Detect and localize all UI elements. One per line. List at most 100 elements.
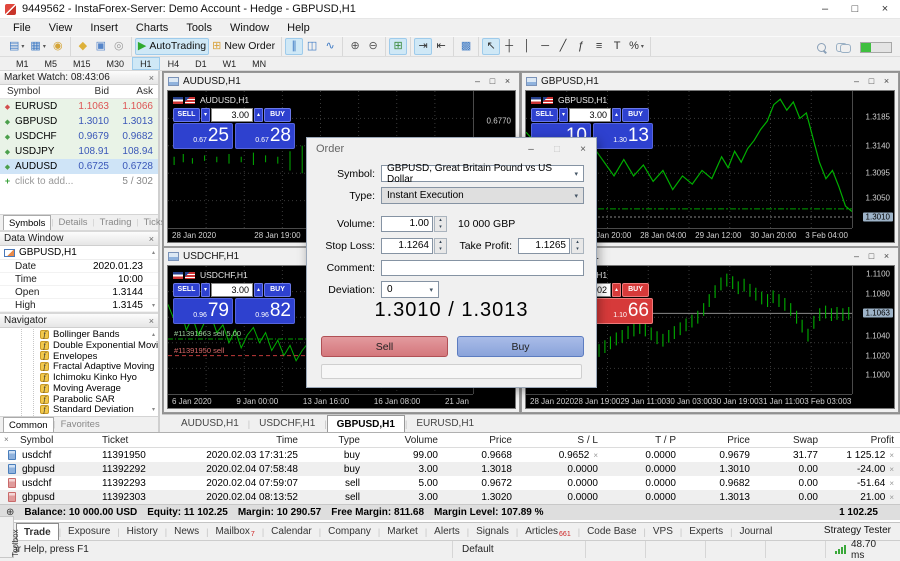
maximize-icon[interactable]: □ bbox=[840, 0, 870, 18]
timeframe-d1[interactable]: D1 bbox=[187, 57, 215, 70]
take-profit-input[interactable] bbox=[518, 238, 570, 254]
bars-chart-icon[interactable]: ∥ bbox=[285, 38, 303, 55]
close-icon[interactable]: × bbox=[149, 234, 154, 244]
menu-view[interactable]: View bbox=[40, 22, 82, 34]
close-icon[interactable]: × bbox=[879, 251, 894, 261]
close-icon[interactable]: × bbox=[889, 479, 894, 488]
tab-symbols[interactable]: Symbols bbox=[3, 215, 51, 230]
market-watch-row[interactable]: ◆GBPUSD1.30101.3013 bbox=[0, 114, 158, 129]
ask-price[interactable]: 1.1066 bbox=[593, 298, 653, 324]
column-price[interactable]: Price bbox=[444, 435, 518, 446]
navigator-item-ichimoku-kinko-hyo[interactable]: fIchimoku Kinko Hyo bbox=[0, 372, 158, 383]
tile-windows-icon[interactable]: ⊞ bbox=[389, 38, 407, 55]
tab-vps[interactable]: VPS bbox=[646, 523, 680, 540]
menu-file[interactable]: File bbox=[4, 22, 40, 34]
tab-mailbox[interactable]: Mailbox7 bbox=[208, 523, 261, 540]
chart-tab-eurusd-h1[interactable]: EURUSD,H1 bbox=[407, 415, 483, 432]
column-swap[interactable]: Swap bbox=[756, 435, 824, 446]
search-icon[interactable] bbox=[817, 43, 827, 53]
volume-increase-button[interactable]: ▴ bbox=[612, 283, 621, 297]
bid-price[interactable]: 0.6725 bbox=[173, 123, 233, 149]
minimize-icon[interactable]: – bbox=[810, 0, 840, 18]
volume-input[interactable]: 3.00 bbox=[211, 108, 253, 122]
tab-journal[interactable]: Journal bbox=[733, 523, 780, 540]
chart-window-titlebar[interactable]: AUDUSD,H1 – □ × bbox=[164, 73, 519, 89]
volume-increase-button[interactable]: ▴ bbox=[254, 108, 263, 122]
close-icon[interactable]: × bbox=[889, 493, 894, 502]
column-type[interactable]: Type bbox=[304, 435, 366, 446]
crosshair-icon[interactable]: ┼ bbox=[500, 38, 518, 55]
restore-icon[interactable]: □ bbox=[864, 251, 879, 261]
sell-button[interactable]: Sell bbox=[321, 336, 448, 357]
volume-increase-button[interactable]: ▴ bbox=[254, 283, 263, 297]
tab-history[interactable]: History bbox=[120, 523, 165, 540]
volume-input[interactable]: 3.00 bbox=[569, 108, 611, 122]
scroll-up-icon[interactable]: ▴ bbox=[152, 331, 155, 338]
candles-chart-icon[interactable]: ◫ bbox=[303, 38, 321, 55]
column-symbol[interactable]: Symbol bbox=[0, 435, 100, 446]
volume-decrease-button[interactable]: ▾ bbox=[201, 108, 210, 122]
volume-increase-button[interactable]: ▴ bbox=[612, 108, 621, 122]
column-s-l[interactable]: S / L bbox=[518, 435, 604, 446]
market-watch-row[interactable]: ◆USDCHF0.96790.9682 bbox=[0, 129, 158, 144]
tab-signals[interactable]: Signals bbox=[469, 523, 516, 540]
menu-help[interactable]: Help bbox=[278, 22, 319, 34]
buy-button[interactable]: Buy bbox=[457, 336, 584, 357]
strategy-tester-toggle[interactable]: Strategy Tester bbox=[824, 525, 891, 536]
timeframe-h1[interactable]: H1 bbox=[132, 57, 160, 70]
menu-window[interactable]: Window bbox=[221, 22, 278, 34]
broadcast-icon[interactable]: ◎ bbox=[110, 38, 128, 55]
chart-tab-audusd-h1[interactable]: AUDUSD,H1 bbox=[172, 415, 248, 432]
tab-common[interactable]: Common bbox=[3, 417, 54, 432]
navigator-item-parabolic-sar[interactable]: fParabolic SAR bbox=[0, 394, 158, 405]
market-watch-row[interactable]: ◆USDJPY108.91108.94 bbox=[0, 144, 158, 159]
market-watch-row[interactable]: ◆EURUSD1.10631.1066 bbox=[0, 99, 158, 114]
position-row[interactable]: usdchf113922932020.02.04 07:59:07sell5.0… bbox=[0, 476, 900, 490]
close-icon[interactable]: × bbox=[889, 465, 894, 474]
timeframe-w1[interactable]: W1 bbox=[215, 57, 245, 70]
chart-tab-usdchf-h1[interactable]: USDCHF,H1 bbox=[250, 415, 324, 432]
close-icon[interactable]: × bbox=[570, 138, 596, 160]
navigator-item-bollinger-bands[interactable]: fBollinger Bands bbox=[0, 329, 158, 340]
buy-button[interactable]: BUY bbox=[622, 108, 649, 122]
tab-calendar[interactable]: Calendar bbox=[264, 523, 319, 540]
minimize-icon[interactable]: – bbox=[849, 251, 864, 261]
restore-icon[interactable]: □ bbox=[864, 76, 879, 86]
position-row[interactable]: gbpusd113923032020.02.04 08:13:52sell3.0… bbox=[0, 490, 900, 504]
tab-news[interactable]: News bbox=[167, 523, 206, 540]
tab-articles[interactable]: Articles661 bbox=[518, 523, 577, 540]
tab-experts[interactable]: Experts bbox=[682, 523, 730, 540]
close-icon[interactable]: × bbox=[870, 0, 900, 18]
navigator-item-double-exponential-movi[interactable]: fDouble Exponential Movi bbox=[0, 340, 158, 351]
sell-button[interactable]: SELL bbox=[173, 108, 200, 122]
chat-icon[interactable] bbox=[836, 43, 851, 53]
chart-shift-icon[interactable]: ⇤ bbox=[432, 38, 450, 55]
new-chart-icon[interactable]: ▤▾ bbox=[6, 38, 27, 55]
scroll-down-icon[interactable]: ▾ bbox=[152, 302, 155, 309]
restore-icon[interactable]: □ bbox=[485, 76, 500, 86]
menu-insert[interactable]: Insert bbox=[81, 22, 127, 34]
chart-window-titlebar[interactable]: GBPUSD,H1 – □ × bbox=[522, 73, 898, 89]
scroll-down-icon[interactable]: ▾ bbox=[152, 406, 155, 413]
minimize-icon[interactable]: – bbox=[470, 76, 485, 86]
volume-decrease-button[interactable]: ▾ bbox=[201, 283, 210, 297]
timeframe-m5[interactable]: M5 bbox=[37, 57, 66, 70]
navigator-item-moving-average[interactable]: fMoving Average bbox=[0, 383, 158, 394]
horizontal-line-icon[interactable]: ─ bbox=[536, 38, 554, 55]
autotrading-icon[interactable]: ▶AutoTrading bbox=[135, 38, 209, 55]
tab-trade[interactable]: Trade bbox=[16, 523, 59, 540]
stop-loss-input[interactable] bbox=[381, 238, 433, 254]
close-icon[interactable]: × bbox=[149, 73, 154, 83]
position-row[interactable]: gbpusd113922922020.02.04 07:58:48buy3.00… bbox=[0, 462, 900, 476]
column-volume[interactable]: Volume bbox=[366, 435, 444, 446]
tab-favorites[interactable]: Favorites bbox=[56, 417, 105, 432]
arrange-windows-icon[interactable]: ▩ bbox=[457, 38, 475, 55]
connection-status[interactable]: 48.70 ms bbox=[825, 541, 900, 558]
timeframe-m30[interactable]: M30 bbox=[99, 57, 133, 70]
market-watch-icon[interactable]: ◆ bbox=[74, 38, 92, 55]
tab-trading[interactable]: Trading bbox=[95, 215, 137, 230]
equidistant-channel-icon[interactable]: ≡ bbox=[590, 38, 608, 55]
column-ticket[interactable]: Ticket bbox=[100, 435, 192, 446]
timeframe-m15[interactable]: M15 bbox=[65, 57, 99, 70]
close-icon[interactable]: × bbox=[593, 451, 598, 460]
